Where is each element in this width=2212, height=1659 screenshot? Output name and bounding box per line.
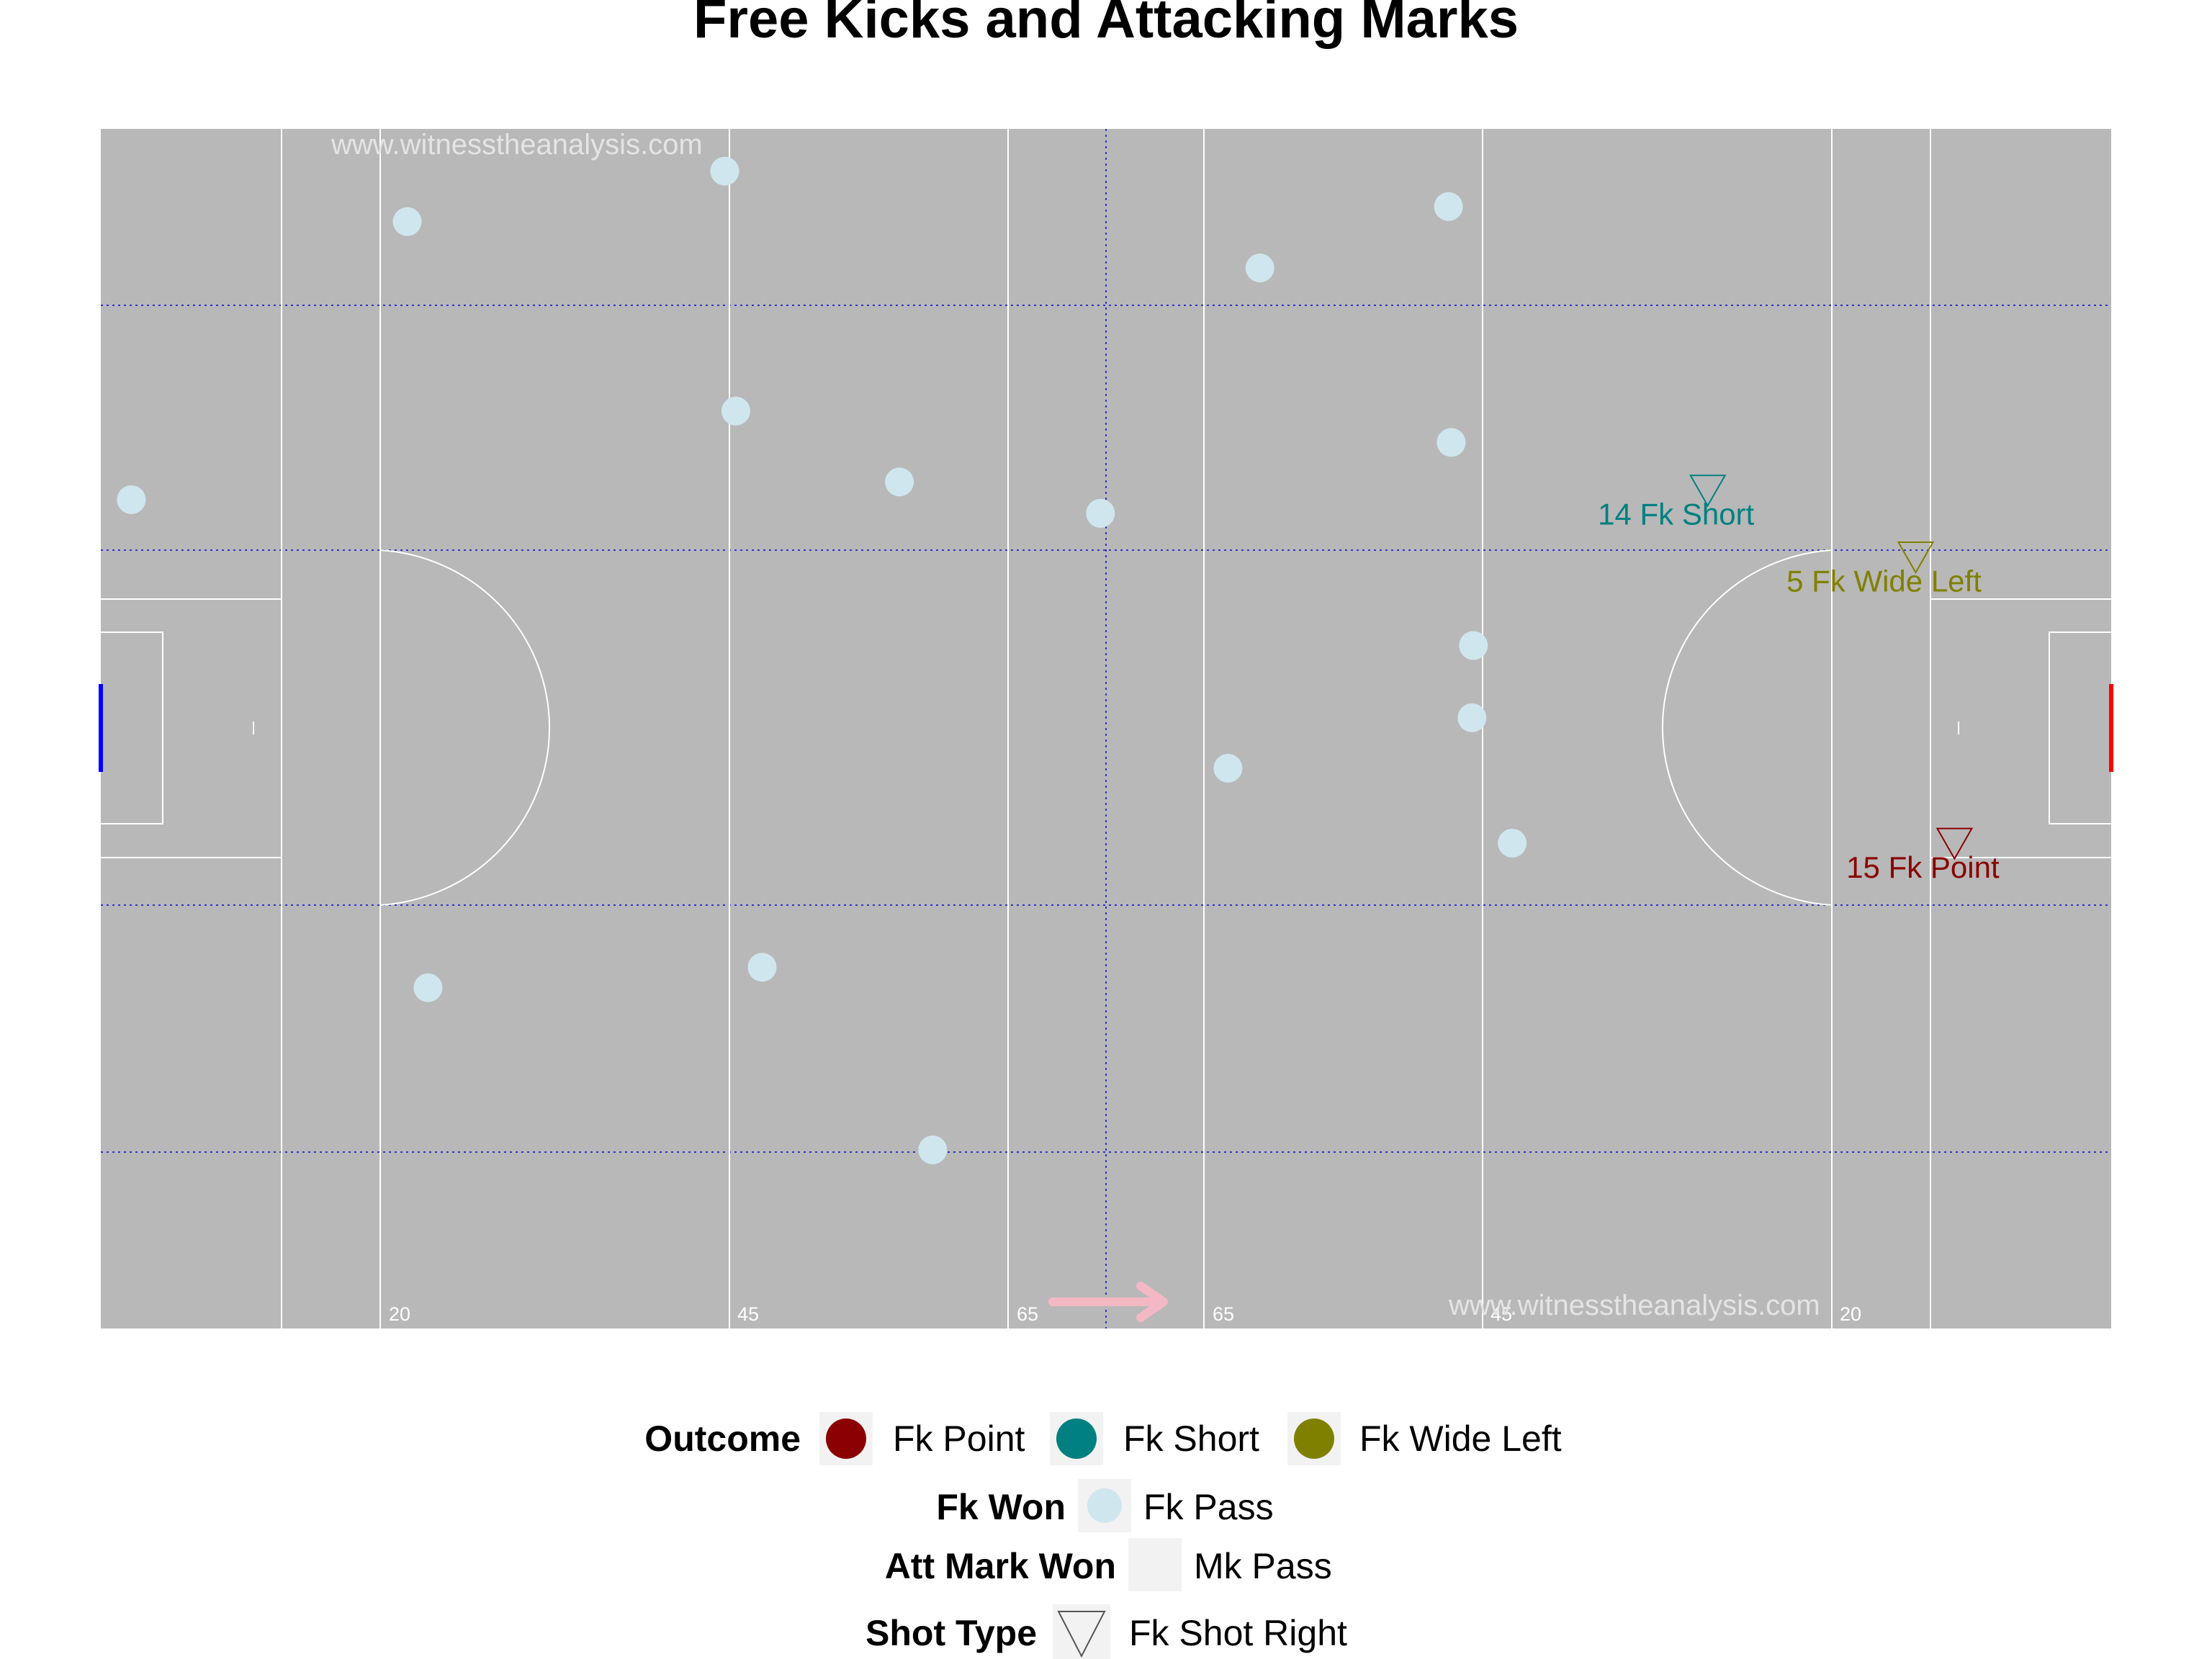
legend-label-fk-short: Fk Short (1123, 1419, 1259, 1459)
pitch-label-65-left: 65 (1017, 1303, 1038, 1325)
point-fk-pass-12 (1498, 829, 1527, 858)
pitch-label-65-right: 65 (1213, 1303, 1234, 1325)
point-label-fk-point: 15 Fk Point (1846, 850, 2000, 884)
point-fk-pass-15 (918, 1135, 948, 1164)
legend-key-mk-pass (1128, 1538, 1182, 1591)
legend-title-shot-type: Shot Type (866, 1613, 1037, 1653)
point-fk-pass-10 (1457, 703, 1487, 732)
legend-key-fk-pass (1087, 1488, 1122, 1523)
point-fk-pass-7 (1434, 192, 1463, 221)
point-fk-pass-14 (747, 953, 777, 982)
legend-title-att-mark-won: Att Mark Won (885, 1546, 1116, 1586)
legend-label-fk-wide-left: Fk Wide Left (1359, 1419, 1562, 1459)
pitch-label-20-right: 20 (1840, 1303, 1861, 1325)
pitch-label-20-left: 20 (389, 1303, 410, 1325)
legend: Outcome Fk Point Fk Short Fk Wide Left F… (644, 1412, 1562, 1659)
point-fk-pass-9 (1459, 631, 1488, 660)
point-fk-pass-4 (885, 467, 914, 497)
chart: Free Kicks and Attacking Marks 20 45 65 … (99, 0, 2113, 1659)
point-label-fk-wide-left: 5 Fk Wide Left (1786, 564, 1982, 598)
legend-key-fk-point (826, 1419, 866, 1459)
legend-title-fk-won: Fk Won (936, 1487, 1066, 1527)
point-fk-pass-11 (1213, 753, 1243, 783)
pitch: 20 45 65 65 45 20 www.witnesstheanalysis… (99, 129, 2113, 1328)
point-fk-pass-3 (721, 396, 750, 426)
chart-title: Free Kicks and Attacking Marks (693, 0, 1519, 50)
point-label-fk-short: 14 Fk Short (1598, 498, 1754, 531)
watermark-bottom: www.witnesstheanalysis.com (1448, 1290, 1820, 1321)
legend-label-fk-pass: Fk Pass (1143, 1487, 1274, 1527)
point-fk-pass-8 (1437, 428, 1466, 457)
watermark-top: www.witnesstheanalysis.com (331, 129, 703, 161)
point-fk-pass-6 (1245, 253, 1274, 283)
legend-label-fk-shot-right: Fk Shot Right (1129, 1613, 1347, 1653)
legend-key-bg-fk-shot-right (1053, 1604, 1110, 1659)
pitch-label-45-left: 45 (737, 1303, 759, 1325)
point-fk-pass-5 (1086, 498, 1115, 528)
point-fk-pass-13 (413, 973, 443, 1002)
legend-label-mk-pass: Mk Pass (1194, 1546, 1332, 1586)
legend-label-fk-point: Fk Point (893, 1419, 1025, 1459)
point-fk-pass-2 (710, 156, 739, 186)
legend-key-fk-short (1056, 1419, 1097, 1459)
point-fk-pass-0 (117, 485, 146, 514)
legend-title-outcome: Outcome (644, 1419, 801, 1459)
point-fk-pass-1 (392, 207, 422, 236)
legend-key-fk-wide-left (1294, 1419, 1334, 1459)
